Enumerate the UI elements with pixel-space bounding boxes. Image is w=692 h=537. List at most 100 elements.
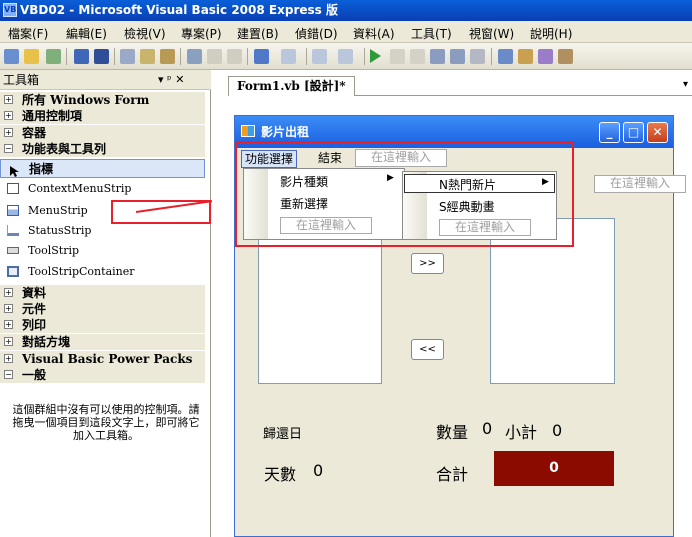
- menu-file[interactable]: 檔案(F): [8, 25, 48, 42]
- save-icon[interactable]: [74, 49, 89, 64]
- minimize-icon[interactable]: _: [599, 122, 620, 143]
- menu-data[interactable]: 資料(A): [353, 25, 395, 42]
- toolstripcontainer-icon: [7, 266, 19, 277]
- step-out-icon[interactable]: [470, 49, 485, 64]
- save-all-icon[interactable]: [94, 49, 109, 64]
- statusstrip-icon: [7, 225, 19, 236]
- open-file-icon[interactable]: [24, 49, 39, 64]
- toolbox-item-toolstrip[interactable]: ToolStrip: [0, 241, 205, 260]
- navigate-forward-icon[interactable]: [338, 49, 353, 64]
- subtotal-label: 小計: [505, 423, 538, 442]
- category-data[interactable]: + 資料: [0, 285, 205, 301]
- menu-debug[interactable]: 偵錯(D): [295, 25, 338, 42]
- days-value: 0: [313, 461, 324, 480]
- category-menus-toolbars[interactable]: − 功能表與工具列: [0, 141, 205, 157]
- expand-icon[interactable]: +: [4, 95, 13, 104]
- stop-icon[interactable]: [410, 49, 425, 64]
- category-containers[interactable]: + 容器: [0, 125, 205, 141]
- find-icon[interactable]: [187, 49, 202, 64]
- uncomment-icon[interactable]: [227, 49, 242, 64]
- category-printing[interactable]: + 列印: [0, 317, 205, 333]
- comment-icon[interactable]: [207, 49, 222, 64]
- toolbar-separator: [114, 48, 115, 65]
- total-label: 合計: [436, 465, 469, 484]
- toolbox-title: 工具箱: [3, 73, 40, 87]
- toolbar-separator: [180, 48, 181, 65]
- properties-icon[interactable]: [518, 49, 533, 64]
- form-title: 影片出租: [261, 125, 310, 139]
- submenu-side-type-here[interactable]: 在這裡輸入: [594, 175, 686, 193]
- toolbox-panel: 工具箱 ▾ ᵖ ✕ + 所有 Windows Form + 通用控制項 + 容器 − 功…: [0, 70, 211, 537]
- expand-icon[interactable]: +: [4, 354, 13, 363]
- menu-edit[interactable]: 編輯(E): [66, 25, 107, 42]
- undo-icon[interactable]: [254, 49, 269, 64]
- quantity-label: 數量: [436, 423, 469, 442]
- redo-icon[interactable]: [281, 49, 296, 64]
- add-item-icon[interactable]: [46, 49, 61, 64]
- days-label: 天數: [264, 465, 297, 484]
- toolbar-separator: [66, 48, 67, 65]
- window-title: VBD02 - Microsoft Visual Basic 2008 Expr…: [20, 3, 338, 17]
- toolstrip-icon: [7, 247, 19, 254]
- quantity-value: 0: [482, 419, 493, 438]
- tab-dropdown-icon[interactable]: ▾: [683, 79, 688, 90]
- window-title-bar: VB VBD02 - Microsoft Visual Basic 2008 E…: [0, 0, 692, 21]
- menu-help[interactable]: 說明(H): [530, 25, 572, 42]
- toolbox-empty-group-note: 這個群組中沒有可以使用的控制項。請拖曳一個項目到這段文字上，即可將它加入工具箱。: [12, 403, 200, 442]
- menu-view[interactable]: 檢視(V): [124, 25, 166, 42]
- total-value: 0: [494, 451, 614, 486]
- standard-toolbar: [0, 43, 692, 70]
- menu-build[interactable]: 建置(B): [237, 25, 279, 42]
- category-common-controls[interactable]: + 通用控制項: [0, 108, 205, 124]
- subtotal-value: 0: [552, 421, 563, 440]
- category-all-windows-forms[interactable]: + 所有 Windows Form: [0, 92, 205, 108]
- expand-icon[interactable]: +: [4, 128, 13, 137]
- category-dialogs[interactable]: + 對話方塊: [0, 334, 205, 350]
- toolbar-separator: [306, 48, 307, 65]
- step-into-icon[interactable]: [430, 49, 445, 64]
- solution-explorer-icon[interactable]: [498, 49, 513, 64]
- return-date-label: 歸還日: [263, 427, 303, 442]
- contextmenustrip-icon: [7, 183, 19, 194]
- expand-icon[interactable]: +: [4, 304, 13, 313]
- collapse-icon[interactable]: −: [4, 144, 13, 153]
- expand-icon[interactable]: +: [4, 288, 13, 297]
- object-browser-icon[interactable]: [538, 49, 553, 64]
- toolbar-separator: [364, 48, 365, 65]
- form-app-icon: [241, 125, 255, 137]
- main-menu-bar: 檔案(F) 編輯(E) 檢視(V) 專案(P) 建置(B) 偵錯(D) 資料(A…: [0, 21, 692, 43]
- toolbox-pin-controls[interactable]: ▾ ᵖ ✕: [158, 70, 184, 90]
- collapse-icon[interactable]: −: [4, 370, 13, 379]
- move-left-button[interactable]: <<: [411, 339, 444, 360]
- form-menu-highlight-box: [235, 141, 574, 247]
- copy-icon[interactable]: [140, 49, 155, 64]
- new-project-icon[interactable]: [4, 49, 19, 64]
- paste-icon[interactable]: [160, 49, 175, 64]
- expand-icon[interactable]: +: [4, 320, 13, 329]
- menu-tools[interactable]: 工具(T): [411, 25, 452, 42]
- category-components[interactable]: + 元件: [0, 301, 205, 317]
- toolbar-separator: [491, 48, 492, 65]
- cut-icon[interactable]: [120, 49, 135, 64]
- close-icon[interactable]: ✕: [647, 122, 668, 143]
- tab-form1-designer[interactable]: Form1.vb [設計]*: [228, 76, 355, 96]
- toolbox-item-toolstripcontainer[interactable]: ToolStripContainer: [0, 262, 205, 281]
- maximize-icon[interactable]: □: [623, 122, 644, 143]
- toolbox-icon[interactable]: [558, 49, 573, 64]
- category-power-packs[interactable]: + Visual Basic Power Packs: [0, 351, 205, 367]
- pause-icon[interactable]: [390, 49, 405, 64]
- menustrip-icon: [7, 205, 19, 216]
- menu-window[interactable]: 視窗(W): [469, 25, 514, 42]
- menu-project[interactable]: 專案(P): [181, 25, 222, 42]
- start-debugging-icon[interactable]: [370, 49, 381, 63]
- expand-icon[interactable]: +: [4, 337, 13, 346]
- step-over-icon[interactable]: [450, 49, 465, 64]
- navigate-back-icon[interactable]: [312, 49, 327, 64]
- expand-icon[interactable]: +: [4, 111, 13, 120]
- move-right-button[interactable]: >>: [411, 253, 444, 274]
- toolbar-separator: [247, 48, 248, 65]
- toolbox-header: 工具箱 ▾ ᵖ ✕: [0, 70, 211, 90]
- document-tab-strip: Form1.vb [設計]* ▾: [228, 76, 692, 96]
- category-general[interactable]: − 一般: [0, 367, 205, 383]
- vb-app-icon: VB: [3, 3, 17, 17]
